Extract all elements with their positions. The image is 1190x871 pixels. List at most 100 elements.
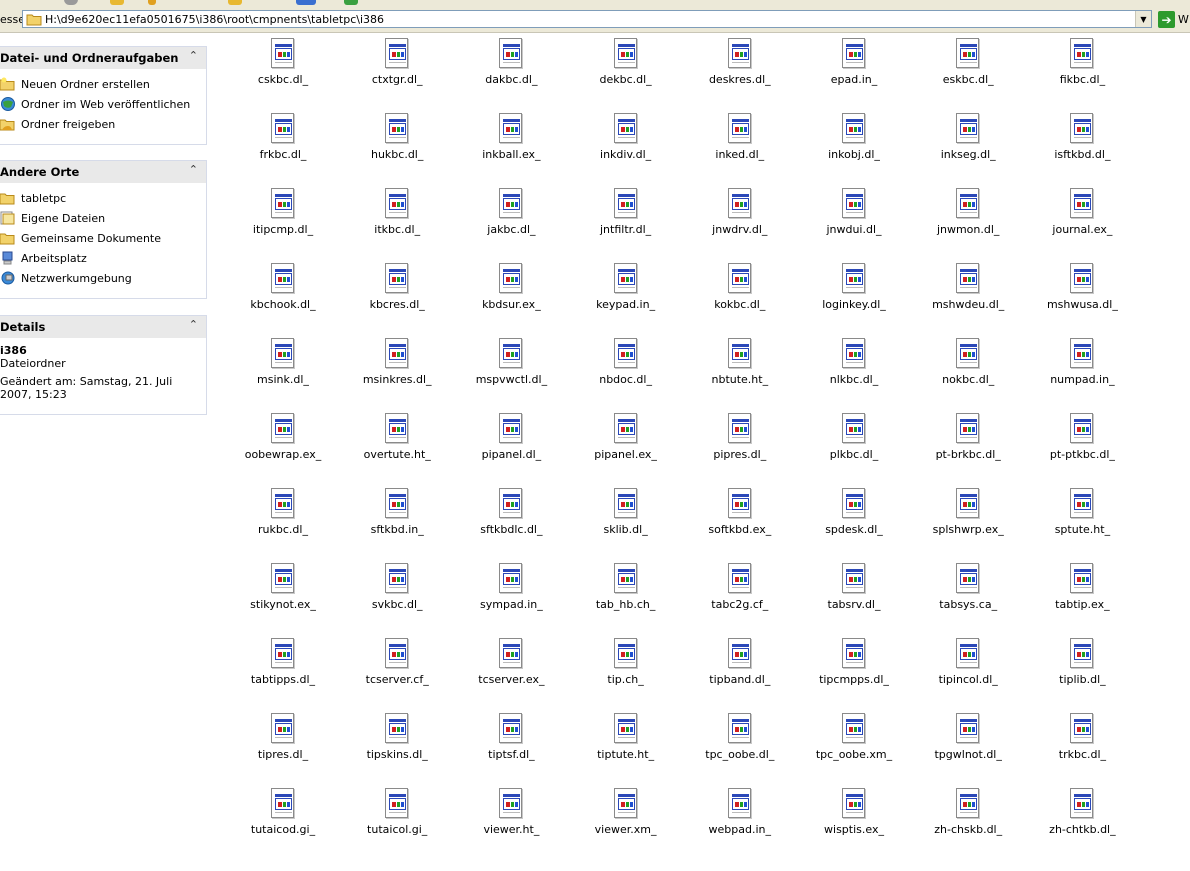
place-my-documents[interactable]: Eigene Dateien — [0, 208, 206, 228]
file-item[interactable]: tabsrv.dl_ — [799, 563, 909, 633]
file-item[interactable]: mshwdeu.dl_ — [913, 263, 1023, 333]
file-item[interactable]: msink.dl_ — [228, 338, 338, 408]
collapse-chevron-icon[interactable]: ⌃ — [189, 49, 198, 62]
file-item[interactable]: rukbc.dl_ — [228, 488, 338, 558]
collapse-chevron-icon[interactable]: ⌃ — [189, 318, 198, 331]
file-item[interactable]: frkbc.dl_ — [228, 113, 338, 183]
file-item[interactable]: jnwdrv.dl_ — [685, 188, 795, 258]
file-item[interactable]: eskbc.dl_ — [913, 38, 1023, 108]
address-input[interactable]: H:\d9e620ec11efa0501675\i386\root\cmpnen… — [22, 10, 1152, 28]
toolbar-button-fragment[interactable] — [296, 0, 316, 5]
file-item[interactable]: viewer.ht_ — [456, 788, 566, 858]
file-item[interactable]: tutaicod.gi_ — [228, 788, 338, 858]
file-item[interactable]: tiptute.ht_ — [571, 713, 681, 783]
file-item[interactable]: tcserver.cf_ — [342, 638, 452, 708]
file-item[interactable]: msinkres.dl_ — [342, 338, 452, 408]
file-item[interactable]: jakbc.dl_ — [456, 188, 566, 258]
file-item[interactable]: jnwdui.dl_ — [799, 188, 909, 258]
file-item[interactable]: tipskins.dl_ — [342, 713, 452, 783]
file-item[interactable]: sympad.in_ — [456, 563, 566, 633]
file-item[interactable]: tip.ch_ — [571, 638, 681, 708]
file-item[interactable]: webpad.in_ — [685, 788, 795, 858]
place-shared-documents[interactable]: Gemeinsame Dokumente — [0, 228, 206, 248]
details-header[interactable]: Details ⌃ — [0, 316, 206, 338]
file-item[interactable]: tiplib.dl_ — [1027, 638, 1137, 708]
task-publish-web[interactable]: Ordner im Web veröffentlichen — [0, 94, 206, 114]
file-item[interactable]: hukbc.dl_ — [342, 113, 452, 183]
file-item[interactable]: loginkey.dl_ — [799, 263, 909, 333]
file-item[interactable]: mshwusa.dl_ — [1027, 263, 1137, 333]
file-item[interactable]: pipanel.dl_ — [456, 413, 566, 483]
file-item[interactable]: plkbc.dl_ — [799, 413, 909, 483]
file-item[interactable]: tutaicol.gi_ — [342, 788, 452, 858]
file-item[interactable]: softkbd.ex_ — [685, 488, 795, 558]
file-item[interactable]: deskres.dl_ — [685, 38, 795, 108]
file-item[interactable]: pipanel.ex_ — [571, 413, 681, 483]
file-item[interactable]: tabtip.ex_ — [1027, 563, 1137, 633]
file-item[interactable]: nbdoc.dl_ — [571, 338, 681, 408]
file-item[interactable]: cskbc.dl_ — [228, 38, 338, 108]
file-item[interactable]: journal.ex_ — [1027, 188, 1137, 258]
place-tabletpc[interactable]: tabletpc — [0, 188, 206, 208]
file-item[interactable]: itipcmp.dl_ — [228, 188, 338, 258]
toolbar-button-fragment[interactable] — [228, 0, 242, 5]
file-item[interactable]: zh-chskb.dl_ — [913, 788, 1023, 858]
toolbar-button-fragment[interactable] — [64, 0, 78, 5]
file-item[interactable]: wisptis.ex_ — [799, 788, 909, 858]
file-item[interactable]: mspvwctl.dl_ — [456, 338, 566, 408]
file-item[interactable]: svkbc.dl_ — [342, 563, 452, 633]
file-item[interactable]: stikynot.ex_ — [228, 563, 338, 633]
file-item[interactable]: overtute.ht_ — [342, 413, 452, 483]
file-item[interactable]: sftkbdlc.dl_ — [456, 488, 566, 558]
file-item[interactable]: pt-brkbc.dl_ — [913, 413, 1023, 483]
file-item[interactable]: sftkbd.in_ — [342, 488, 452, 558]
file-item[interactable]: ctxtgr.dl_ — [342, 38, 452, 108]
file-item[interactable]: trkbc.dl_ — [1027, 713, 1137, 783]
file-item[interactable]: sklib.dl_ — [571, 488, 681, 558]
file-item[interactable]: pt-ptkbc.dl_ — [1027, 413, 1137, 483]
file-item[interactable]: splshwrp.ex_ — [913, 488, 1023, 558]
file-item[interactable]: tab_hb.ch_ — [571, 563, 681, 633]
toolbar-button-fragment[interactable] — [148, 0, 156, 5]
file-item[interactable]: inked.dl_ — [685, 113, 795, 183]
file-item[interactable]: viewer.xm_ — [571, 788, 681, 858]
file-item[interactable]: tabsys.ca_ — [913, 563, 1023, 633]
place-network[interactable]: Netzwerkumgebung — [0, 268, 206, 288]
toolbar-button-fragment[interactable] — [110, 0, 124, 5]
address-dropdown-button[interactable]: ▼ — [1135, 11, 1151, 27]
file-item[interactable]: epad.in_ — [799, 38, 909, 108]
file-item[interactable]: tpc_oobe.xm_ — [799, 713, 909, 783]
file-item[interactable]: tipcmpps.dl_ — [799, 638, 909, 708]
file-item[interactable]: nbtute.ht_ — [685, 338, 795, 408]
file-item[interactable]: dakbc.dl_ — [456, 38, 566, 108]
file-item[interactable]: spdesk.dl_ — [799, 488, 909, 558]
other-places-header[interactable]: Andere Orte ⌃ — [0, 161, 206, 183]
file-item[interactable]: inkseg.dl_ — [913, 113, 1023, 183]
file-item[interactable]: tabtipps.dl_ — [228, 638, 338, 708]
file-item[interactable]: isftkbd.dl_ — [1027, 113, 1137, 183]
file-item[interactable]: sptute.ht_ — [1027, 488, 1137, 558]
file-item[interactable]: zh-chtkb.dl_ — [1027, 788, 1137, 858]
file-item[interactable]: fikbc.dl_ — [1027, 38, 1137, 108]
file-item[interactable]: tipincol.dl_ — [913, 638, 1023, 708]
file-item[interactable]: itkbc.dl_ — [342, 188, 452, 258]
file-item[interactable]: pipres.dl_ — [685, 413, 795, 483]
file-item[interactable]: dekbc.dl_ — [571, 38, 681, 108]
file-item[interactable]: tcserver.ex_ — [456, 638, 566, 708]
file-item[interactable]: jntfiltr.dl_ — [571, 188, 681, 258]
collapse-chevron-icon[interactable]: ⌃ — [189, 163, 198, 176]
file-item[interactable]: numpad.in_ — [1027, 338, 1137, 408]
task-new-folder[interactable]: Neuen Ordner erstellen — [0, 74, 206, 94]
file-item[interactable]: nlkbc.dl_ — [799, 338, 909, 408]
file-tasks-header[interactable]: Datei- und Ordneraufgaben ⌃ — [0, 47, 206, 69]
file-item[interactable]: tipres.dl_ — [228, 713, 338, 783]
file-item[interactable]: keypad.in_ — [571, 263, 681, 333]
file-item[interactable]: tiptsf.dl_ — [456, 713, 566, 783]
go-button[interactable]: ➔ W — [1158, 11, 1189, 28]
file-item[interactable]: kbdsur.ex_ — [456, 263, 566, 333]
file-item[interactable]: inkdiv.dl_ — [571, 113, 681, 183]
place-my-computer[interactable]: Arbeitsplatz — [0, 248, 206, 268]
file-item[interactable]: kbchook.dl_ — [228, 263, 338, 333]
file-item[interactable]: oobewrap.ex_ — [228, 413, 338, 483]
file-item[interactable]: inkobj.dl_ — [799, 113, 909, 183]
